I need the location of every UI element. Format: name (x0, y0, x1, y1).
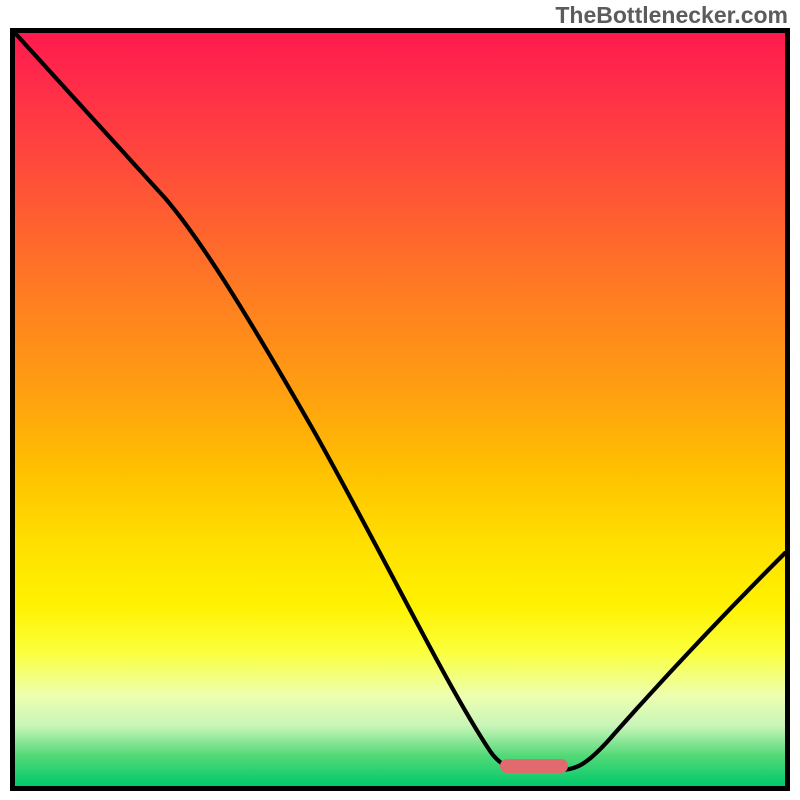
chart-frame (10, 28, 790, 791)
watermark-text: TheBottlenecker.com (555, 2, 788, 29)
chart-gradient-background (15, 33, 785, 786)
optimal-range-marker (500, 759, 568, 773)
